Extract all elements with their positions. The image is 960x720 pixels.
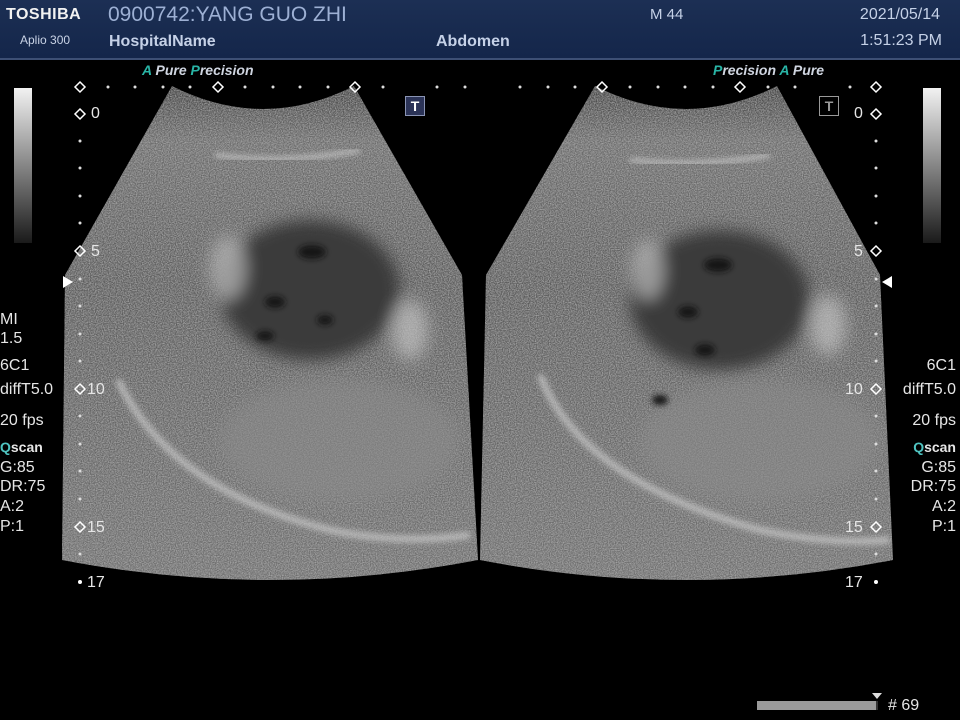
gain-label-left: G:85 xyxy=(0,459,35,476)
cine-progress-bar[interactable] xyxy=(757,701,878,710)
cine-progress-fill xyxy=(757,701,876,710)
dr-label-left: DR:75 xyxy=(0,478,46,495)
depth-label-17-right: 17 xyxy=(845,574,863,591)
preset-label-right: diffT5.0 xyxy=(902,381,956,398)
cine-marker-icon xyxy=(872,693,882,699)
qscan-label-left: Qscan xyxy=(0,439,43,455)
qscan-label-right: Qscan xyxy=(913,439,956,455)
ultrasound-image-area xyxy=(62,80,893,584)
fps-label-left: 20 fps xyxy=(0,412,44,429)
p-label-right: P:1 xyxy=(931,518,956,535)
grayscale-bar-left xyxy=(14,88,32,243)
depth-label-15-left: 15 xyxy=(87,519,105,536)
probe-label-right: 6C1 xyxy=(926,357,956,374)
gain-label-right: G:85 xyxy=(921,459,956,476)
depth-label-10-left: 10 xyxy=(87,381,105,398)
ultrasound-frame-left xyxy=(62,86,478,580)
depth-label-5-left: 5 xyxy=(91,243,100,260)
frame-counter: # 69 xyxy=(888,697,920,714)
a-label-right: A:2 xyxy=(931,498,956,515)
depth-label-5-right: 5 xyxy=(854,243,863,260)
pure-precision-tag-left: A Pure Precision xyxy=(142,62,254,78)
depth-label-17-left: 17 xyxy=(87,574,105,591)
active-frame-t-icon[interactable]: T xyxy=(405,96,425,116)
mi-value: 1.5 xyxy=(0,330,23,347)
focus-dots-top xyxy=(106,85,852,89)
probe-label-left: 6C1 xyxy=(0,357,30,374)
preset-label-left: diffT5.0 xyxy=(0,381,54,398)
depth-label-10-right: 10 xyxy=(845,381,863,398)
a-label-left: A:2 xyxy=(0,498,25,515)
focus-diamonds-top xyxy=(73,80,883,94)
mi-label: MI xyxy=(0,311,18,328)
dr-label-right: DR:75 xyxy=(910,478,956,495)
fps-label-right: 20 fps xyxy=(912,412,956,429)
focus-marker-right-icon xyxy=(882,276,892,288)
grayscale-bar-right xyxy=(923,88,941,243)
ultrasound-frame-right xyxy=(480,86,893,580)
inactive-frame-t-icon[interactable]: T xyxy=(819,96,839,116)
depth-label-0-right: 0 xyxy=(854,105,863,122)
depth-label-15-right: 15 xyxy=(845,519,863,536)
depth-label-0-left: 0 xyxy=(91,105,100,122)
pure-precision-tag-right: Precision A Pure xyxy=(713,62,825,78)
p-label-left: P:1 xyxy=(0,518,25,535)
